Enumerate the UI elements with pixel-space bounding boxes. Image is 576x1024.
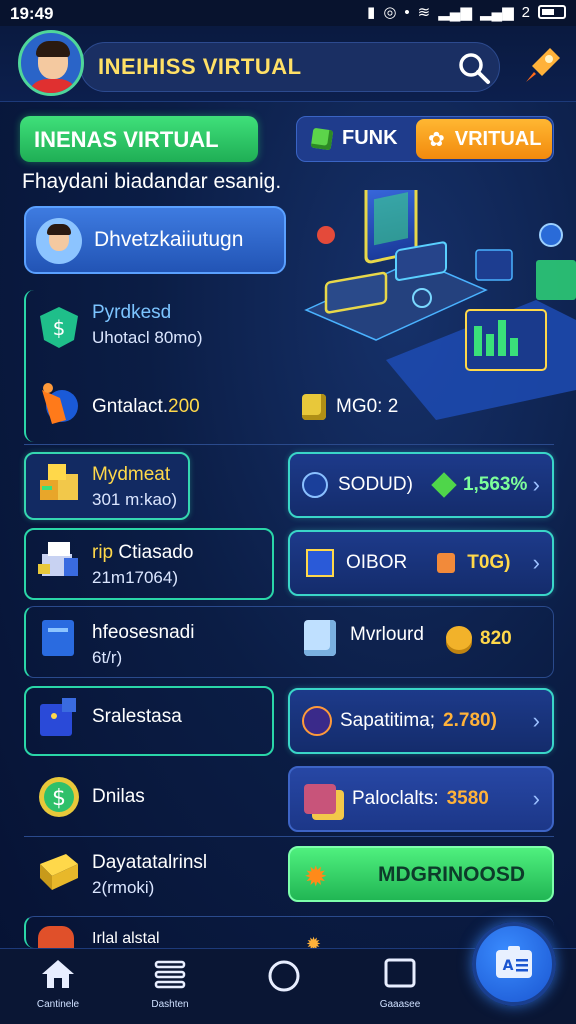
- segment-funk-label: FUNK: [342, 127, 398, 149]
- sim-icon: ▮: [367, 4, 376, 21]
- row1-subtitle: Uhotacl 80mo): [92, 328, 203, 347]
- divider: [24, 444, 554, 445]
- row8-title: Dayatatalrinsl: [92, 852, 208, 873]
- row5-subtitle: 6t/r): [92, 648, 123, 667]
- status-time: 19:49: [10, 4, 54, 23]
- segment-virtual[interactable]: ✿ VRITUAL: [416, 119, 552, 159]
- search-icon[interactable]: [456, 50, 492, 86]
- gold-cube-icon: [302, 394, 326, 420]
- row2-title: Gntalact.200: [92, 396, 200, 417]
- sodud-label: SODUD): [338, 474, 413, 495]
- sodud-pill[interactable]: SODUD) 1,563% ›: [288, 452, 554, 518]
- green-gem-icon: [431, 472, 457, 498]
- circle-icon: [268, 960, 300, 992]
- signal-icon-2: ▂▄▆: [479, 4, 514, 21]
- battery-text: 2: [521, 3, 530, 21]
- isometric-card-icon: [40, 854, 78, 890]
- header-title: INEIHISS VIRTUAL: [98, 54, 302, 79]
- character-icon: [42, 383, 78, 424]
- chevron-right-icon[interactable]: ›: [533, 708, 540, 734]
- oibor-value: T0G): [467, 552, 511, 573]
- row5-right-text: Mvrlourd: [350, 624, 424, 645]
- box-stack-icon: [38, 542, 78, 576]
- svg-text:A: A: [503, 958, 514, 974]
- page-subtitle: Fhaydani biadandar esanig.: [22, 170, 282, 193]
- row7-title: Dnilas: [92, 786, 145, 807]
- svg-text:$: $: [52, 786, 66, 811]
- stacked-boxes-icon: [40, 464, 78, 500]
- square-icon: [384, 958, 416, 988]
- home-icon: [42, 960, 74, 988]
- row8-subtitle: 2(rmoki): [92, 878, 155, 897]
- nav-dashboard[interactable]: Dashten: [130, 958, 210, 1010]
- profile-card-icon: A: [496, 946, 532, 978]
- sapatitima-value: 2.780): [443, 710, 497, 731]
- signal-icon: ▂▄▆: [438, 4, 472, 21]
- paloclalts-value: 3580: [446, 788, 489, 809]
- green-cube-icon: [310, 127, 334, 150]
- nav-home[interactable]: Cantinele: [18, 958, 98, 1010]
- chevron-right-icon[interactable]: ›: [533, 550, 540, 576]
- paloclalts-pill[interactable]: Paloclalts: 3580 ›: [288, 766, 554, 832]
- dot-icon: •: [404, 3, 410, 21]
- sun-icon: ✹: [304, 861, 328, 892]
- row5-title: hfeosesnadi: [92, 622, 195, 643]
- oibor-pill[interactable]: OIBOR T0G) ›: [288, 530, 554, 596]
- ice-cube-icon: [304, 620, 336, 656]
- chevron-right-icon[interactable]: ›: [533, 472, 540, 498]
- gift-icon: [304, 784, 336, 814]
- status-icons: ▮ ◎ • ≋ ▂▄▆ ▂▄▆ 2: [367, 3, 566, 21]
- profile-avatar: [36, 218, 82, 264]
- chevron-right-icon[interactable]: ›: [533, 786, 540, 812]
- blue-package-icon: [40, 698, 76, 736]
- row2-right-text: MG0: 2: [336, 396, 399, 417]
- svg-text:$: $: [53, 316, 66, 340]
- blue-box-icon: [42, 620, 74, 656]
- battery-icon: [538, 5, 566, 19]
- nav-home-label: Cantinele: [36, 999, 80, 1010]
- segment-virtual-label: VRITUAL: [454, 127, 542, 150]
- mdgrinoosd-label: MDGRINOOSD: [378, 863, 525, 886]
- sapatitima-label: Sapatitima;: [340, 710, 436, 731]
- fab-button[interactable]: A: [472, 922, 556, 1006]
- checklist-icon: [306, 549, 334, 577]
- row6-title: Sralestasa: [92, 706, 182, 727]
- profile-name: Dhvetzkaiiutugn: [94, 228, 244, 251]
- row1-title: Pyrdkesd: [92, 302, 172, 323]
- row3-title: Mydmeat: [92, 464, 171, 485]
- mdgrinoosd-button[interactable]: ✹ MDGRINOOSD: [288, 846, 554, 902]
- sapatitima-pill[interactable]: Sapatitima; 2.780) ›: [288, 688, 554, 754]
- dollar-coin-icon: $: [39, 777, 79, 817]
- partial-row-icon: [38, 926, 74, 948]
- wifi-icon: ≋: [417, 4, 431, 21]
- orange-cube-icon: [437, 553, 456, 573]
- rocket-icon[interactable]: [520, 42, 566, 88]
- segment-funk[interactable]: FUNK: [310, 127, 398, 150]
- inenas-virtual-button[interactable]: INENAS VIRTUAL: [20, 116, 258, 162]
- nav-dashboard-label: Dashten: [151, 999, 189, 1010]
- coin-icon: [302, 472, 328, 498]
- nav-recents-label: Gaaasee: [379, 999, 421, 1010]
- row4-title: rip Ctiasado: [92, 542, 194, 563]
- nav-home-circle[interactable]: [244, 958, 324, 999]
- row9-title: Irlal alstal: [92, 930, 160, 947]
- money-shield-icon: $: [40, 307, 78, 348]
- badge-icon: [302, 706, 332, 736]
- sodud-value: 1,563%: [462, 474, 528, 495]
- nav-recents[interactable]: Gaaasee: [360, 958, 440, 1010]
- menu-icon: [154, 960, 186, 989]
- row3-subtitle: 301 m:kao): [92, 490, 178, 509]
- divider: [24, 836, 554, 837]
- paloclalts-label: Paloclalts:: [352, 788, 439, 809]
- row4-subtitle: 21m17064): [92, 568, 179, 587]
- gear-icon: ✿: [428, 128, 445, 151]
- row5-right-value: 820: [480, 628, 512, 649]
- alarm-icon: ◎: [383, 4, 397, 21]
- gold-coins-icon: [446, 626, 472, 650]
- avatar[interactable]: [18, 30, 84, 96]
- oibor-label: OIBOR: [346, 552, 408, 573]
